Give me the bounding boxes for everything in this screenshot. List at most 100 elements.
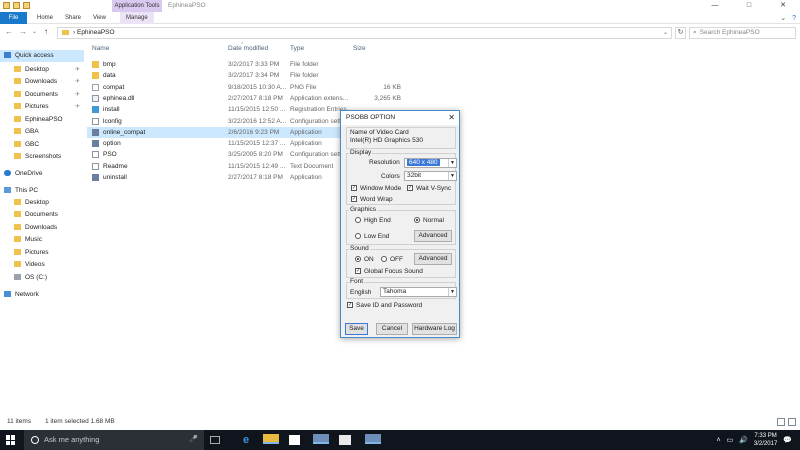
file-row[interactable]: ephinea.dll 2/27/2017 8:18 PM Application … <box>87 93 401 104</box>
close-icon[interactable]: ✕ <box>448 111 455 125</box>
network-tray-icon[interactable]: ▭ <box>727 436 734 444</box>
colors-select[interactable]: 32bit ▼ <box>404 171 457 181</box>
low-end-radio[interactable] <box>355 233 361 239</box>
file-row[interactable]: online_compat 2/6/2016 9:23 PM Application <box>87 126 367 138</box>
tab-file[interactable]: File <box>0 12 27 24</box>
sidebar-item[interactable]: Pictures ✈ <box>14 101 84 113</box>
file-date: 11/15/2015 12:49 ... <box>228 162 286 170</box>
cancel-button[interactable]: Cancel <box>376 323 408 335</box>
save-id-password-checkbox[interactable]: ✓ <box>347 302 353 308</box>
sidebar-item[interactable]: Screenshots <box>14 151 84 163</box>
save-button[interactable]: Save <box>345 323 368 335</box>
file-row[interactable]: uninstall 2/27/2017 8:18 PM Application <box>87 172 367 183</box>
photos-icon[interactable] <box>339 435 351 445</box>
refresh-icon[interactable]: ↻ <box>675 27 686 39</box>
close-button[interactable]: ✕ <box>766 0 800 12</box>
sidebar-item[interactable]: Downloads <box>14 222 84 234</box>
wait-vsync-checkbox[interactable]: ✓ <box>407 185 413 191</box>
sidebar-item[interactable]: Downloads ✈ <box>14 76 84 88</box>
file-row[interactable]: lconfig 3/22/2016 12:52 A... Configuration… <box>87 116 367 127</box>
sound-off-radio[interactable] <box>381 256 387 262</box>
details-view-icon[interactable] <box>777 418 785 426</box>
file-row[interactable]: Readme 11/15/2015 12:49 ... Text Document <box>87 161 367 172</box>
tab-home[interactable]: Home <box>37 12 53 24</box>
maximize-button[interactable]: □ <box>732 0 766 12</box>
store-icon[interactable] <box>289 435 300 445</box>
help-icon[interactable]: ? <box>792 15 796 22</box>
back-arrow-icon[interactable]: ← <box>5 27 13 36</box>
path-segment[interactable]: EphineaPSO <box>77 29 115 36</box>
file-row[interactable]: install 11/15/2015 12:50 ... Registration … <box>87 104 367 115</box>
cortana-search-box[interactable]: Ask me anything 🎤 <box>24 430 204 450</box>
sidebar-item[interactable]: OS (C:) <box>14 272 84 284</box>
tab-manage[interactable]: Manage <box>120 12 154 24</box>
sidebar-item[interactable]: Documents <box>14 209 84 221</box>
volume-icon[interactable]: 🔊 <box>739 436 748 444</box>
chevron-down-icon[interactable]: ⌄ <box>663 28 668 38</box>
properties-icon[interactable] <box>13 2 20 9</box>
recent-locations-icon[interactable]: ⌄ <box>32 28 37 35</box>
forward-arrow-icon[interactable]: → <box>19 27 27 36</box>
psobb-app-icon[interactable] <box>313 434 329 444</box>
sidebar-item[interactable]: OneDrive <box>4 168 84 180</box>
minimize-button[interactable]: — <box>698 0 732 12</box>
edge-browser-icon[interactable]: e <box>238 433 254 447</box>
sidebar-item[interactable]: Network <box>4 289 84 301</box>
file-row[interactable]: option 11/15/2015 12:37 ... Application <box>87 138 367 149</box>
sidebar-item[interactable]: Videos <box>14 259 84 271</box>
quick-access-toolbar <box>3 2 30 9</box>
file-row[interactable]: data 3/2/2017 3:34 PM File folder <box>87 70 367 81</box>
sidebar-item-label: Documents <box>25 211 58 218</box>
column-header-type[interactable]: Type <box>290 42 304 56</box>
sound-advanced-button[interactable]: Advanced <box>414 253 452 265</box>
sidebar-item[interactable]: Documents ✈ <box>14 89 84 101</box>
chevron-down-icon[interactable]: ⌄ <box>780 15 786 22</box>
up-arrow-icon[interactable]: ↑ <box>44 27 48 36</box>
sidebar-item[interactable]: Pictures <box>14 247 84 259</box>
sidebar-item[interactable]: Desktop ✈ <box>14 64 84 76</box>
notifications-icon[interactable]: 💬 <box>783 436 792 444</box>
sidebar-item[interactable]: Desktop <box>14 197 84 209</box>
sidebar-item[interactable]: Quick access <box>0 50 84 62</box>
sidebar-item[interactable]: GBA <box>14 126 84 138</box>
tab-share[interactable]: Share <box>65 12 81 24</box>
windows-start-icon[interactable] <box>6 435 16 445</box>
word-wrap-checkbox[interactable]: ✓ <box>351 196 357 202</box>
address-input[interactable]: › EphineaPSO ⌄ <box>57 27 672 39</box>
window-mode-checkbox[interactable]: ✓ <box>351 185 357 191</box>
microphone-icon[interactable]: 🎤 <box>189 430 198 450</box>
file-row[interactable]: PSO 3/25/2005 8:20 PM Configuration setti.… <box>87 149 367 160</box>
tab-view[interactable]: View <box>93 12 106 24</box>
column-header-date[interactable]: Date modified <box>228 42 268 56</box>
file-explorer-icon[interactable] <box>263 434 279 444</box>
file-name: bmp <box>103 61 116 68</box>
clock[interactable]: 7:33 PM 3/2/2017 <box>754 432 777 448</box>
sidebar-item[interactable]: EphineaPSO <box>14 114 84 126</box>
new-folder-icon[interactable] <box>23 2 30 9</box>
global-focus-sound-checkbox[interactable]: ✓ <box>355 268 361 274</box>
sidebar-item[interactable]: GBC <box>14 139 84 151</box>
high-end-radio[interactable] <box>355 217 361 223</box>
search-input[interactable]: ⌕ Search EphineaPSO <box>689 27 796 39</box>
font-select[interactable]: Tahoma ▼ <box>380 287 457 297</box>
column-header-size[interactable]: Size <box>353 42 366 56</box>
psobb-option-app-icon[interactable] <box>365 434 381 444</box>
graphics-advanced-button[interactable]: Advanced <box>414 230 452 242</box>
resolution-value: 640 x 480 <box>407 159 440 166</box>
hardware-log-button[interactable]: Hardware Log <box>412 323 457 335</box>
sidebar-item[interactable]: This PC <box>4 185 84 197</box>
colors-value: 32bit <box>407 172 422 179</box>
column-header-name[interactable]: Name <box>92 42 109 56</box>
sound-on-radio[interactable] <box>355 256 361 262</box>
psobb-option-dialog: PSOBB OPTION ✕ Name of Video Card Intel(… <box>340 110 460 338</box>
task-view-icon[interactable] <box>210 436 220 444</box>
folder-icon <box>14 128 21 135</box>
file-row[interactable]: compat 9/18/2015 10:30 A... PNG File 16 KB <box>87 82 401 93</box>
large-icons-view-icon[interactable] <box>788 418 796 426</box>
sidebar-item[interactable]: Music <box>14 234 84 246</box>
resolution-select[interactable]: 640 x 480 ▼ <box>404 158 457 168</box>
normal-radio[interactable] <box>414 217 420 223</box>
file-row[interactable]: bmp 3/2/2017 3:33 PM File folder <box>87 59 367 70</box>
folder-icon[interactable] <box>3 2 10 9</box>
chevron-up-icon[interactable]: ˄ <box>716 437 720 444</box>
